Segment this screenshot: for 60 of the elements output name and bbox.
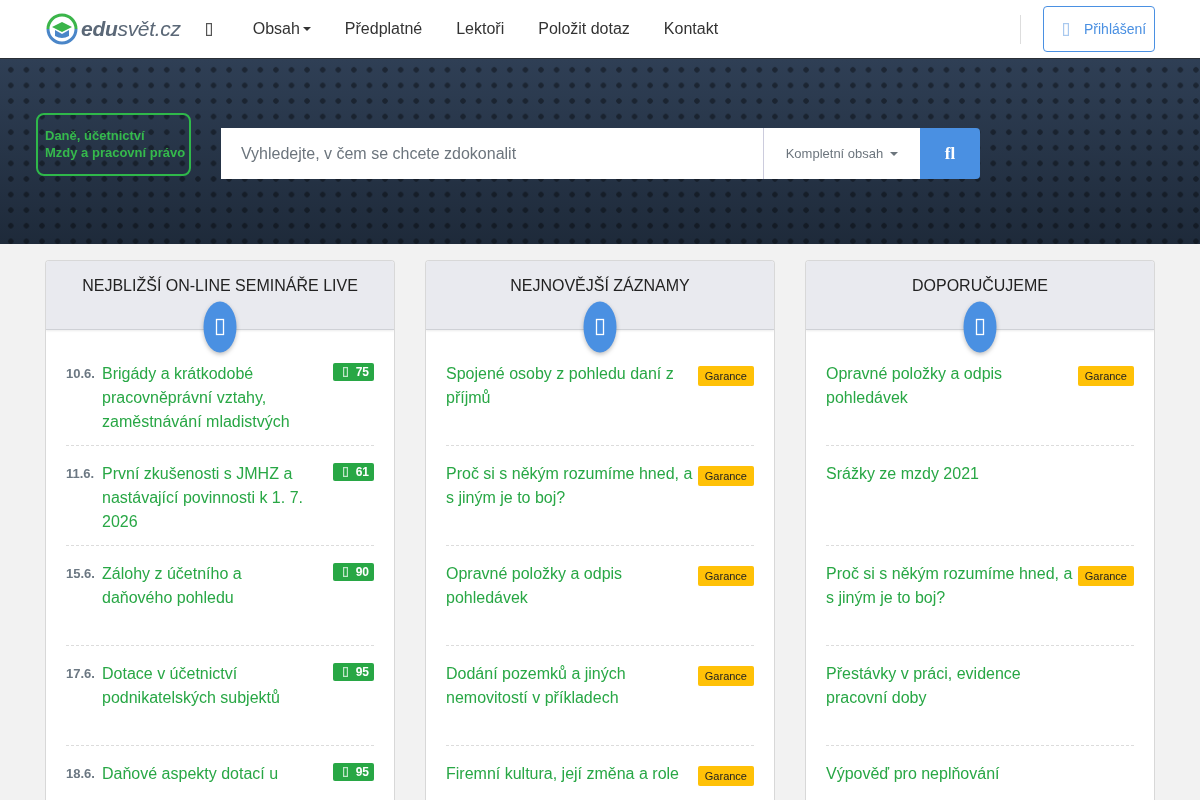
dropdown-menu-link[interactable]: Obsah bbox=[235, 17, 328, 41]
item-link[interactable]: Opravné položky a odpis pohledávek bbox=[826, 362, 1076, 410]
guarantee-badge: Garance bbox=[697, 666, 754, 686]
box-glyph-icon bbox=[342, 567, 348, 577]
guarantee-badge: Garance bbox=[697, 566, 754, 586]
item-link[interactable]: Proč si s někým rozumíme hned, a s jiným je to boj? bbox=[826, 562, 1076, 610]
count-badge: 90 bbox=[332, 563, 374, 581]
guarantee-badge: Garance bbox=[697, 766, 754, 786]
seminar-date: 15.6. bbox=[66, 565, 96, 583]
count-badge: 95 bbox=[332, 763, 374, 781]
card-title: NEJBLIŽŠÍ ON-LINE SEMINÁŘE LIVE bbox=[82, 275, 358, 296]
count-badge: 75 bbox=[332, 363, 374, 381]
item-link[interactable]: Zálohy z účetního a daňového pohledu bbox=[102, 562, 307, 610]
nav-link[interactable]: Položit dotaz bbox=[521, 17, 647, 41]
count-badge: 61 bbox=[332, 463, 374, 481]
item-link[interactable]: První zkušenosti s JMHZ a nastávající povinnosti k 1. 7. 2026 bbox=[102, 462, 307, 534]
item-link[interactable]: Opravné položky a odpis pohledávek bbox=[446, 562, 696, 610]
search-field[interactable]: Vyhledejte, v čem se chcete zdokonalit bbox=[221, 128, 763, 179]
item-link[interactable]: Brigády a krátkodobé pracovněprávní vztahy, zaměstnávání mladistvých bbox=[102, 362, 307, 434]
logo-icon bbox=[45, 12, 79, 46]
card-title: NEJNOVĚJŠÍ ZÁZNAMY bbox=[510, 275, 690, 296]
item-link[interactable]: Proč si s někým rozumíme hned, a s jiným je to boj? bbox=[446, 462, 696, 510]
guarantee-badge: Garance bbox=[1077, 566, 1134, 586]
box-glyph-icon bbox=[342, 467, 348, 477]
oval-glyph-icon bbox=[583, 301, 617, 353]
search-button[interactable]: fl bbox=[920, 128, 980, 179]
seminar-date: 17.6. bbox=[66, 665, 96, 683]
guarantee-badge: Garance bbox=[697, 366, 754, 386]
item-link[interactable]: Dotace v účetnictví podnikatelských subjektů bbox=[102, 662, 307, 710]
item-link[interactable]: Přestávky v práci, evidence pracovní doby bbox=[826, 662, 1076, 710]
seminar-date: 10.6. bbox=[66, 365, 96, 383]
logo-text[interactable]: edusvět.cz bbox=[81, 13, 181, 45]
item-link[interactable]: Daňové aspekty dotací u bbox=[102, 762, 307, 786]
seminar-date: 11.6. bbox=[66, 465, 96, 483]
guarantee-badge: Garance bbox=[1077, 366, 1134, 386]
card-title: DOPORUČUJEME bbox=[912, 275, 1048, 296]
oval-glyph-icon bbox=[963, 301, 997, 353]
item-link[interactable]: Firemní kultura, její změna a role bbox=[446, 762, 696, 786]
oval-glyph-icon bbox=[203, 301, 237, 353]
box-glyph-icon bbox=[342, 367, 348, 377]
item-link[interactable]: Výpověď pro neplňování bbox=[826, 762, 1076, 786]
box-glyph-icon bbox=[205, 22, 212, 36]
category-link[interactable]: Mzdy a pracovní právo bbox=[45, 144, 186, 161]
guarantee-badge: Garance bbox=[697, 466, 754, 486]
item-link[interactable]: Srážky ze mzdy 2021 bbox=[826, 462, 1076, 486]
box-glyph-icon bbox=[342, 767, 348, 777]
nav-link[interactable]: Lektoři bbox=[439, 17, 522, 41]
scope-dropdown[interactable]: Kompletní obsah bbox=[763, 128, 920, 179]
item-link[interactable]: Dodání pozemků a jiných nemovitostí v příkladech bbox=[446, 662, 696, 710]
login-button[interactable]: Přihlášení bbox=[1043, 6, 1155, 52]
box-glyph-icon bbox=[342, 667, 348, 677]
caret-icon bbox=[890, 151, 899, 156]
box-glyph-icon bbox=[1063, 22, 1069, 36]
category-link[interactable]: Daně, účetnictví bbox=[45, 127, 145, 144]
item-link[interactable]: Spojené osoby z pohledu daní z příjmů bbox=[446, 362, 696, 410]
seminar-date: 18.6. bbox=[66, 765, 96, 783]
count-badge: 95 bbox=[332, 663, 374, 681]
caret-icon bbox=[302, 27, 311, 31]
nav-link[interactable]: Kontakt bbox=[646, 17, 736, 41]
nav-link[interactable]: Předplatné bbox=[327, 17, 440, 41]
